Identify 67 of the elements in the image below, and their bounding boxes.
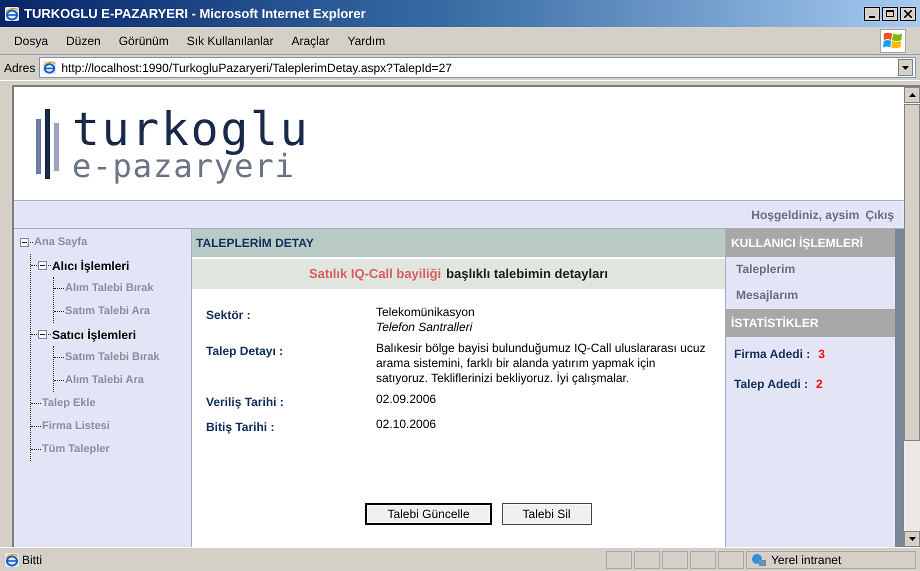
welcome-text: Hoşgeldiniz, aysim xyxy=(751,206,860,224)
maximize-button[interactable] xyxy=(882,6,898,20)
field-value: Balıkesir bölge bayisi bulunduğumuz IQ-Call uluslararası ucuz arama sistemini, farklı bir alanda yatırım yapmak için satıyoruz. Tekliflerinizi bekliyoruz. İyi çalışmalar. xyxy=(376,341,706,386)
tree-link[interactable]: Ana Sayfa xyxy=(34,234,88,251)
status-pane xyxy=(690,550,716,568)
status-pane xyxy=(662,550,688,568)
tree-link[interactable]: Alım Talebi Bırak xyxy=(65,280,154,297)
tree-group-label[interactable]: Alıcı İşlemleri xyxy=(52,256,130,274)
field-label: Bitiş Tarihi : xyxy=(206,419,276,436)
tree-link[interactable]: Satım Talebi Bırak xyxy=(65,349,160,366)
status-pane xyxy=(606,550,632,568)
field-label: Veriliş Tarihi : xyxy=(206,394,285,411)
menu-item[interactable]: Görünüm xyxy=(118,32,169,50)
section-title: TALEPLERİM DETAY xyxy=(196,235,314,252)
dropdown-button[interactable] xyxy=(898,59,913,76)
tree-link[interactable]: Alım Talebi Ara xyxy=(65,372,144,389)
tree-link[interactable]: Tüm Talepler xyxy=(42,441,110,458)
close-button[interactable] xyxy=(900,6,916,20)
logout-link[interactable]: Çıkış xyxy=(865,206,894,224)
menu-item[interactable]: Araçlar xyxy=(291,32,330,50)
status-pane xyxy=(718,550,744,568)
browser-icon xyxy=(4,6,20,22)
action-button[interactable]: Talebi Sil xyxy=(502,503,592,525)
menu-item[interactable]: Yardım xyxy=(347,32,386,50)
browser-icon xyxy=(42,60,58,75)
scroll-down-button[interactable] xyxy=(904,531,920,547)
field-value: 02.09.2006 xyxy=(376,392,436,407)
user-link[interactable]: Mesajlarım xyxy=(736,286,895,304)
panel-title: İSTATİSTİKLER xyxy=(731,315,819,332)
user-link[interactable]: Taleplerim xyxy=(736,260,895,278)
network-icon xyxy=(751,552,767,566)
field-label: Talep Detayı : xyxy=(206,343,284,360)
address-label: Adres xyxy=(4,60,36,76)
request-title[interactable]: Satılık IQ-Call bayiliği xyxy=(308,264,442,284)
scroll-up-button[interactable] xyxy=(904,87,920,103)
collapse-icon[interactable] xyxy=(38,330,47,339)
tree-link[interactable]: Talep Ekle xyxy=(42,395,96,412)
zone-text: Yerel intranet xyxy=(771,552,842,568)
tree-group-label[interactable]: Satıcı İşlemleri xyxy=(52,326,136,344)
status-text: Bitti xyxy=(22,552,44,568)
address-field[interactable]: http://localhost:1990/TurkogluPazaryeri/TaleplerimDetay.aspx?TalepId=27 xyxy=(39,57,916,78)
field-value: 02.10.2006 xyxy=(376,417,436,432)
collapse-icon[interactable] xyxy=(38,261,47,270)
down-arrow-icon[interactable] xyxy=(908,537,916,541)
browser-icon xyxy=(4,552,20,568)
stat-value: 2 xyxy=(816,376,823,393)
field-label: Sektör : xyxy=(206,307,252,324)
minimize-button[interactable] xyxy=(864,6,880,20)
stat-label: Firma Adedi : xyxy=(734,346,810,363)
menu-item[interactable]: Düzen xyxy=(66,32,101,50)
field-value: Telekomünikasyon xyxy=(376,305,475,320)
stat-label: Talep Adedi : xyxy=(734,376,808,393)
window-title: TURKOGLU E-PAZARYERI - Microsoft Internet Explorer xyxy=(24,4,367,23)
panel-title: KULLANICI İŞLEMLERİ xyxy=(731,235,863,252)
stat-value: 3 xyxy=(818,346,825,363)
menu-item[interactable]: Dosya xyxy=(14,32,48,50)
up-arrow-icon[interactable] xyxy=(908,93,916,97)
tree-link[interactable]: Firma Listesi xyxy=(42,418,110,435)
tree-link[interactable]: Satım Talebi Ara xyxy=(65,303,150,320)
subtitle-text: başlıklı talebimin detayları xyxy=(446,265,608,284)
status-pane xyxy=(634,550,660,568)
field-subvalue: Telefon Santralleri xyxy=(376,320,474,335)
close-icon xyxy=(904,10,912,18)
menu-item[interactable]: Sık Kullanılanlar xyxy=(186,32,274,50)
collapse-icon[interactable] xyxy=(20,238,29,247)
caret-icon[interactable] xyxy=(902,66,909,70)
action-button[interactable]: Talebi Güncelle xyxy=(365,503,492,525)
